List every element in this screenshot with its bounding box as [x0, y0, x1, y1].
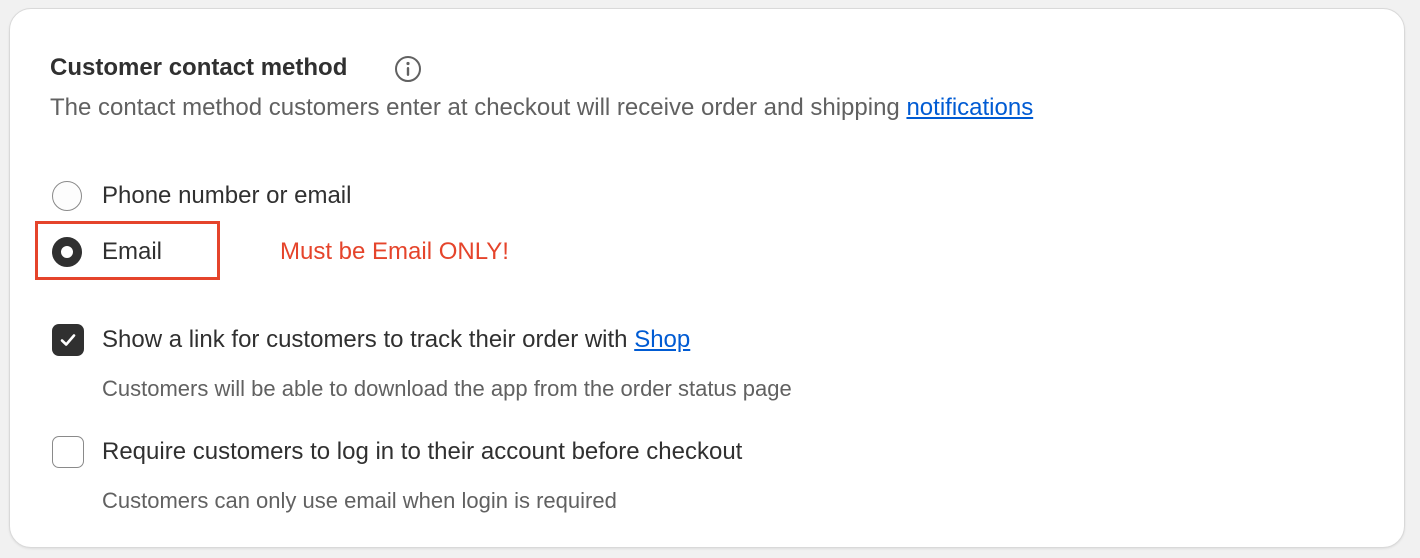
- shop-link[interactable]: Shop: [634, 326, 690, 353]
- radio-phone-or-email[interactable]: [52, 181, 82, 211]
- track-order-checkbox[interactable]: [52, 324, 84, 356]
- require-login-label[interactable]: Require customers to log in to their acc…: [102, 437, 742, 467]
- annotation-text: Must be Email ONLY!: [280, 238, 509, 265]
- section-description: The contact method customers enter at ch…: [50, 93, 1033, 123]
- checkmark-icon: [60, 334, 76, 346]
- track-order-label[interactable]: Show a link for customers to track their…: [102, 325, 690, 355]
- require-login-checkbox[interactable]: [52, 436, 84, 468]
- info-icon[interactable]: [394, 55, 422, 83]
- settings-card: Customer contact method The contact meth…: [9, 8, 1405, 548]
- section-title: Customer contact method: [50, 54, 348, 81]
- track-order-label-text: Show a link for customers to track their…: [102, 326, 628, 353]
- track-order-help-text: Customers will be able to download the a…: [102, 376, 792, 401]
- notifications-link[interactable]: notifications: [906, 94, 1033, 121]
- require-login-help-text: Customers can only use email when login …: [102, 488, 617, 513]
- section-description-text: The contact method customers enter at ch…: [50, 94, 900, 121]
- annotation-highlight-box: [35, 221, 220, 280]
- radio-phone-or-email-label[interactable]: Phone number or email: [102, 181, 351, 211]
